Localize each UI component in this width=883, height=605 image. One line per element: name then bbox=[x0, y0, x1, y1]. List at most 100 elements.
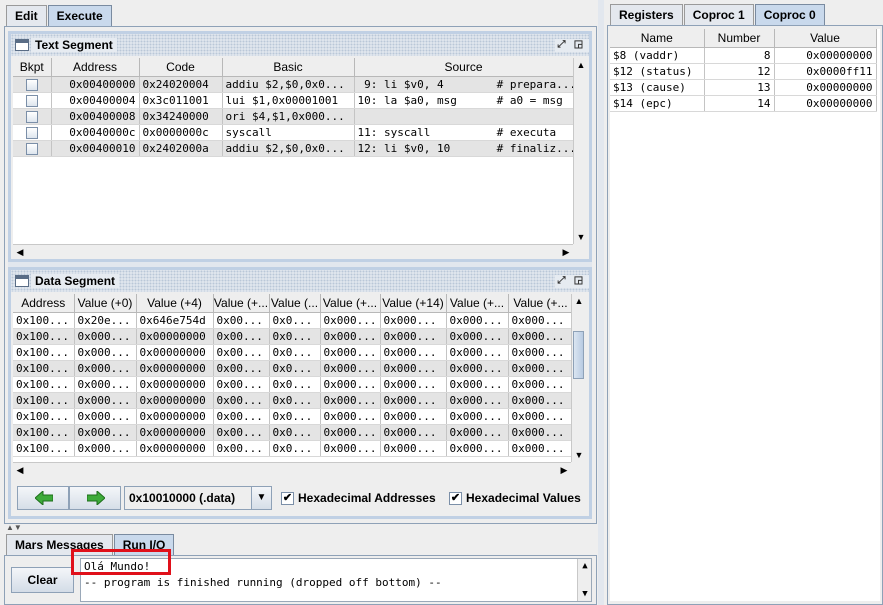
table-row[interactable]: 0x100... 0x20e... 0x646e754d 0x00... 0x0... 0… bbox=[13, 312, 571, 329]
segment-select[interactable]: 0x10010000 (.data) ▼ bbox=[124, 486, 272, 510]
col-name[interactable]: Name bbox=[610, 29, 705, 48]
value-cell: 0x00... bbox=[213, 376, 270, 393]
register-number: 8 bbox=[704, 47, 775, 64]
breakpoint-checkbox[interactable] bbox=[25, 94, 38, 107]
clear-button[interactable]: Clear bbox=[11, 567, 74, 593]
col-value-0[interactable]: Value (+0) bbox=[74, 294, 137, 313]
breakpoint-checkbox[interactable] bbox=[25, 126, 38, 139]
tab-coproc1[interactable]: Coproc 1 bbox=[683, 4, 754, 26]
scroll-thumb[interactable] bbox=[573, 331, 584, 379]
text-segment-hscroll[interactable]: ◀ ▶ bbox=[13, 244, 573, 258]
register-row[interactable]: $12 (status) 12 0x0000ff11 bbox=[610, 63, 877, 80]
table-row[interactable]: 0x100... 0x000... 0x00000000 0x00... 0x0... 0… bbox=[13, 424, 571, 441]
table-row[interactable]: 0x100... 0x000... 0x00000000 0x00... 0x0... 0… bbox=[13, 408, 571, 425]
col-source[interactable]: Source bbox=[354, 58, 573, 77]
address-cell: 0x00400000 bbox=[51, 76, 140, 93]
table-row[interactable]: 0x0040000c 0x0000000c syscall 11: syscal… bbox=[13, 124, 573, 141]
value-cell: 0x000... bbox=[380, 392, 447, 409]
prev-segment-button[interactable] bbox=[17, 486, 69, 510]
register-name: $12 (status) bbox=[610, 63, 705, 80]
table-row[interactable]: 0x100... 0x000... 0x00000000 0x00... 0x0... 0… bbox=[13, 344, 571, 361]
scroll-right-icon[interactable]: ▶ bbox=[557, 463, 571, 477]
segment-select-value: 0x10010000 (.data) bbox=[129, 491, 236, 505]
scroll-up-icon[interactable]: ▲ bbox=[572, 294, 586, 308]
col-basic[interactable]: Basic bbox=[222, 58, 355, 77]
col-value-14[interactable]: Value (+14) bbox=[380, 294, 447, 313]
scroll-left-icon[interactable]: ◀ bbox=[13, 463, 27, 477]
col-address[interactable]: Address bbox=[13, 294, 75, 313]
value-cell: 0x000... bbox=[446, 312, 509, 329]
table-row[interactable]: 0x00400010 0x2402000a addiu $2,$0,0x0...… bbox=[13, 140, 573, 157]
col-value-c[interactable]: Value (... bbox=[269, 294, 321, 313]
value-cell: 0x00000000 bbox=[136, 328, 214, 345]
next-segment-button[interactable] bbox=[69, 486, 121, 510]
register-row[interactable]: $14 (epc) 14 0x00000000 bbox=[610, 95, 877, 112]
scroll-down-icon[interactable]: ▼ bbox=[574, 230, 588, 244]
value-cell: 0x0... bbox=[269, 360, 321, 377]
source-cell: 11: syscall # executa bbox=[354, 124, 573, 141]
col-value-4[interactable]: Value (+4) bbox=[136, 294, 214, 313]
address-cell: 0x100... bbox=[13, 424, 75, 441]
scroll-down-icon[interactable]: ▼ bbox=[572, 448, 586, 462]
maximize-icon[interactable]: ◲ bbox=[572, 39, 585, 52]
col-bkpt[interactable]: Bkpt bbox=[13, 58, 52, 77]
breakpoint-checkbox[interactable] bbox=[25, 142, 38, 155]
register-row[interactable]: $13 (cause) 13 0x00000000 bbox=[610, 79, 877, 96]
col-value[interactable]: Value bbox=[774, 29, 877, 48]
right-tab-strip: Registers Coproc 1 Coproc 0 bbox=[610, 4, 826, 26]
data-segment-vscroll[interactable]: ▲ ▼ bbox=[571, 294, 585, 462]
table-row[interactable]: 0x100... 0x000... 0x00000000 0x00... 0x0... 0… bbox=[13, 360, 571, 377]
tab-registers[interactable]: Registers bbox=[610, 4, 683, 26]
col-value-1c[interactable]: Value (+... bbox=[508, 294, 571, 313]
value-cell: 0x00... bbox=[213, 328, 270, 345]
run-io-vscroll[interactable]: ▲ ▼ bbox=[577, 559, 591, 601]
col-value-10[interactable]: Value (+... bbox=[320, 294, 381, 313]
hex-addresses-checkbox[interactable]: ✔ Hexadecimal Addresses bbox=[281, 491, 436, 505]
col-code[interactable]: Code bbox=[139, 58, 223, 77]
value-cell: 0x000... bbox=[320, 376, 381, 393]
col-value-8[interactable]: Value (+... bbox=[213, 294, 270, 313]
breakpoint-checkbox[interactable] bbox=[25, 78, 38, 91]
table-row[interactable]: 0x100... 0x000... 0x00000000 0x00... 0x0... 0… bbox=[13, 328, 571, 345]
maximize-icon[interactable]: ◲ bbox=[572, 275, 585, 288]
table-row[interactable]: 0x00400004 0x3c011001 lui $1,0x00001001 … bbox=[13, 92, 573, 109]
basic-cell: ori $4,$1,0x000... bbox=[222, 108, 355, 125]
vertical-split-divider[interactable] bbox=[598, 0, 604, 605]
table-row[interactable]: 0x00400000 0x24020004 addiu $2,$0,0x0...… bbox=[13, 76, 573, 93]
col-number[interactable]: Number bbox=[704, 29, 775, 48]
restore-icon[interactable]: ⤢ bbox=[555, 39, 568, 52]
scroll-left-icon[interactable]: ◀ bbox=[13, 245, 27, 259]
tab-edit[interactable]: Edit bbox=[6, 5, 47, 27]
col-value-18[interactable]: Value (+... bbox=[446, 294, 509, 313]
table-row[interactable]: 0x100... 0x000... 0x00000000 0x00... 0x0... 0… bbox=[13, 440, 571, 457]
table-row[interactable]: 0x100... 0x000... 0x00000000 0x00... 0x0... 0… bbox=[13, 376, 571, 393]
address-cell: 0x00400008 bbox=[51, 108, 140, 125]
tab-coproc0[interactable]: Coproc 0 bbox=[754, 4, 825, 26]
value-cell: 0x00... bbox=[213, 344, 270, 361]
code-cell: 0x24020004 bbox=[139, 76, 223, 93]
scroll-up-icon[interactable]: ▲ bbox=[574, 58, 588, 72]
value-cell: 0x0... bbox=[269, 408, 321, 425]
hex-values-checkbox[interactable]: ✔ Hexadecimal Values bbox=[449, 491, 581, 505]
restore-icon[interactable]: ⤢ bbox=[555, 275, 568, 288]
value-cell: 0x000... bbox=[446, 344, 509, 361]
checkmark-icon[interactable]: ✔ bbox=[281, 491, 294, 505]
scroll-right-icon[interactable]: ▶ bbox=[559, 245, 573, 259]
data-segment-hscroll[interactable]: ◀ ▶ bbox=[13, 462, 571, 476]
checkmark-icon[interactable]: ✔ bbox=[449, 491, 462, 505]
chevron-down-icon[interactable]: ▼ bbox=[251, 487, 271, 509]
value-cell: 0x000... bbox=[508, 392, 571, 409]
splitter-arrows-icon[interactable]: ▲▼ bbox=[6, 523, 22, 532]
value-cell: 0x000... bbox=[508, 440, 571, 457]
scroll-up-icon[interactable]: ▲ bbox=[578, 559, 592, 573]
register-row[interactable]: $8 (vaddr) 8 0x00000000 bbox=[610, 47, 877, 64]
value-cell: 0x00000000 bbox=[136, 360, 214, 377]
breakpoint-checkbox[interactable] bbox=[25, 110, 38, 123]
scroll-down-icon[interactable]: ▼ bbox=[578, 587, 592, 601]
table-row[interactable]: 0x00400008 0x34240000 ori $4,$1,0x000... bbox=[13, 108, 573, 125]
col-address[interactable]: Address bbox=[51, 58, 140, 77]
text-segment-vscroll[interactable]: ▲ ▼ bbox=[573, 58, 587, 244]
tab-execute[interactable]: Execute bbox=[47, 5, 112, 27]
table-row[interactable]: 0x100... 0x000... 0x00000000 0x00... 0x0... 0… bbox=[13, 392, 571, 409]
text-segment-window: Text Segment ⤢ ◲ Bkpt Address Code Basic… bbox=[8, 31, 592, 262]
